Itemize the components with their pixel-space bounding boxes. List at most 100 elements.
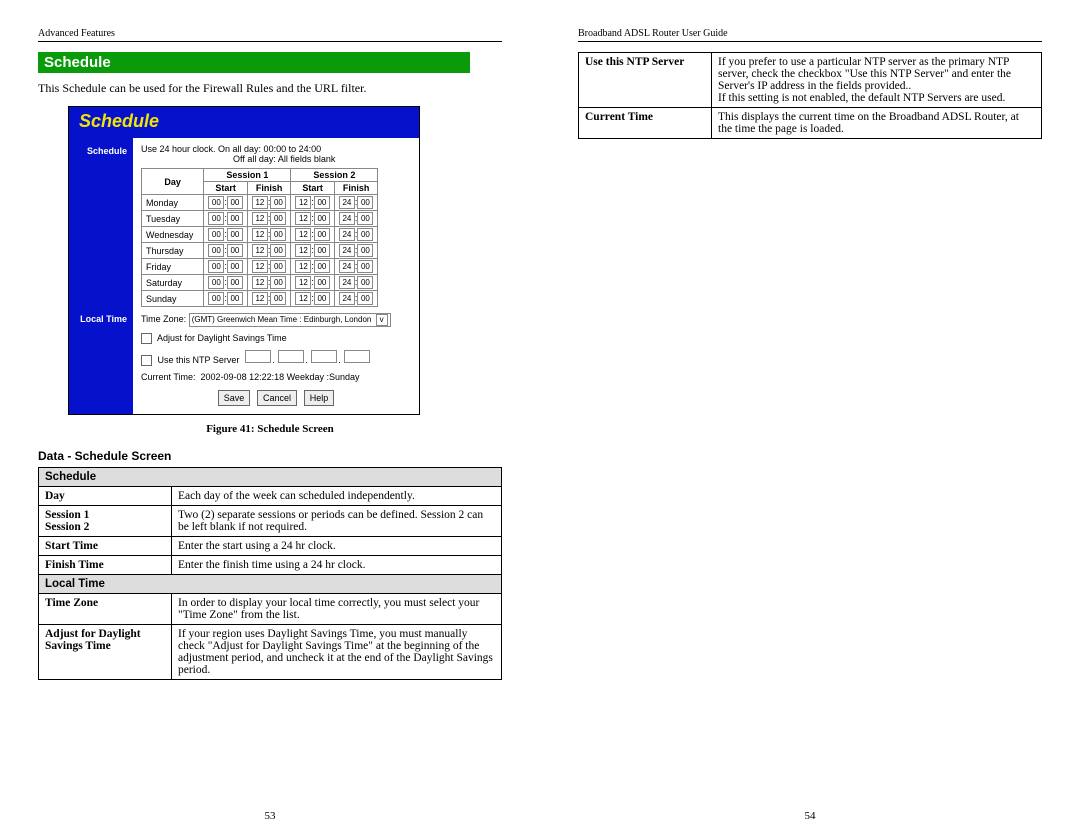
time-cell: 24:00 — [334, 291, 378, 307]
time-input[interactable]: 12 — [295, 292, 311, 305]
time-input[interactable]: 00 — [357, 212, 373, 225]
time-input[interactable]: 00 — [227, 196, 243, 209]
time-input[interactable]: 00 — [357, 244, 373, 257]
page-53: Advanced Features Schedule This Schedule… — [0, 0, 540, 834]
time-input[interactable]: 24 — [339, 212, 355, 225]
ntp-ip-field[interactable] — [245, 350, 271, 363]
section-intro: This Schedule can be used for the Firewa… — [38, 81, 502, 96]
time-input[interactable]: 00 — [208, 260, 224, 273]
time-cell: 12:00 — [291, 195, 335, 211]
time-input[interactable]: 00 — [270, 244, 286, 257]
time-cell: 12:00 — [247, 243, 291, 259]
table-row: Sunday00:0012:0012:0024:00 — [142, 291, 378, 307]
ntp-checkbox[interactable] — [141, 355, 152, 366]
time-input[interactable]: 00 — [270, 212, 286, 225]
time-input[interactable]: 00 — [270, 196, 286, 209]
time-input[interactable]: 12 — [252, 244, 268, 257]
row-session-key: Session 1 Session 2 — [39, 506, 172, 537]
adjust-dst-row: Adjust for Daylight Savings Time — [141, 333, 411, 344]
time-input[interactable]: 00 — [314, 276, 330, 289]
time-input[interactable]: 12 — [295, 276, 311, 289]
time-input[interactable]: 00 — [227, 212, 243, 225]
adjust-dst-checkbox[interactable] — [141, 333, 152, 344]
time-input[interactable]: 12 — [252, 228, 268, 241]
time-input[interactable]: 12 — [295, 244, 311, 257]
row-adj-val: If your region uses Daylight Savings Tim… — [172, 625, 502, 680]
time-cell: 12:00 — [247, 227, 291, 243]
time-input[interactable]: 24 — [339, 260, 355, 273]
time-input[interactable]: 00 — [270, 260, 286, 273]
day-cell: Wednesday — [142, 227, 204, 243]
time-input[interactable]: 12 — [252, 196, 268, 209]
time-input[interactable]: 00 — [314, 260, 330, 273]
time-input[interactable]: 12 — [252, 212, 268, 225]
ntp-ip-field[interactable] — [344, 350, 370, 363]
adjust-dst-label: Adjust for Daylight Savings Time — [157, 333, 287, 343]
table-row: Wednesday00:0012:0012:0024:00 — [142, 227, 378, 243]
row-day-val: Each day of the week can scheduled indep… — [172, 487, 502, 506]
timezone-label: Time Zone: — [141, 314, 186, 324]
time-input[interactable]: 00 — [270, 292, 286, 305]
button-row: Save Cancel Help — [141, 390, 411, 406]
timezone-select[interactable]: (GMT) Greenwich Mean Time : Edinburgh, L… — [189, 313, 391, 327]
table-row: Tuesday00:0012:0012:0024:00 — [142, 211, 378, 227]
time-input[interactable]: 00 — [357, 292, 373, 305]
time-input[interactable]: 00 — [227, 292, 243, 305]
time-input[interactable]: 00 — [208, 212, 224, 225]
time-input[interactable]: 00 — [227, 228, 243, 241]
screenshot-sidebar: Schedule Local Time — [69, 138, 133, 414]
time-input[interactable]: 00 — [314, 196, 330, 209]
time-input[interactable]: 00 — [208, 276, 224, 289]
time-input[interactable]: 00 — [357, 196, 373, 209]
time-input[interactable]: 00 — [227, 276, 243, 289]
time-input[interactable]: 24 — [339, 196, 355, 209]
table-row: Monday00:0012:0012:0024:00 — [142, 195, 378, 211]
ntp-ip-field[interactable] — [311, 350, 337, 363]
day-cell: Monday — [142, 195, 204, 211]
time-input[interactable]: 24 — [339, 228, 355, 241]
time-input[interactable]: 12 — [252, 292, 268, 305]
time-input[interactable]: 00 — [357, 276, 373, 289]
time-input[interactable]: 00 — [270, 228, 286, 241]
data-table-right: Use this NTP Server If you prefer to use… — [578, 52, 1042, 139]
time-input[interactable]: 12 — [295, 228, 311, 241]
page-54: Broadband ADSL Router User Guide Use thi… — [540, 0, 1080, 834]
cancel-button[interactable]: Cancel — [257, 390, 297, 406]
save-button[interactable]: Save — [218, 390, 251, 406]
time-input[interactable]: 00 — [314, 228, 330, 241]
table-row: Saturday00:0012:0012:0024:00 — [142, 275, 378, 291]
time-input[interactable]: 00 — [357, 228, 373, 241]
time-input[interactable]: 00 — [227, 260, 243, 273]
time-input[interactable]: 12 — [252, 260, 268, 273]
time-input[interactable]: 00 — [270, 276, 286, 289]
time-input[interactable]: 12 — [295, 212, 311, 225]
nav-schedule: Schedule — [69, 144, 133, 158]
time-input[interactable]: 12 — [295, 260, 311, 273]
current-time-label: Current Time: — [141, 372, 196, 382]
time-input[interactable]: 24 — [339, 276, 355, 289]
current-time-row: Current Time: 2002-09-08 12:22:18 Weekda… — [141, 372, 411, 382]
time-cell: 12:00 — [247, 291, 291, 307]
time-input[interactable]: 00 — [314, 292, 330, 305]
time-input[interactable]: 00 — [208, 196, 224, 209]
time-input[interactable]: 00 — [208, 292, 224, 305]
data-table-left: Schedule Day Each day of the week can sc… — [38, 467, 502, 680]
instr-line2: Off all day: All fields blank — [141, 154, 411, 164]
col-s2-start: Start — [291, 182, 335, 195]
time-input[interactable]: 00 — [227, 244, 243, 257]
group-schedule: Schedule — [39, 468, 502, 487]
time-input[interactable]: 00 — [314, 244, 330, 257]
row-finish-val: Enter the finish time using a 24 hr cloc… — [172, 556, 502, 575]
time-input[interactable]: 00 — [314, 212, 330, 225]
page-header-left: Advanced Features — [38, 28, 502, 42]
time-input[interactable]: 00 — [208, 244, 224, 257]
time-input[interactable]: 24 — [339, 244, 355, 257]
time-input[interactable]: 24 — [339, 292, 355, 305]
time-input[interactable]: 00 — [357, 260, 373, 273]
time-input[interactable]: 12 — [252, 276, 268, 289]
time-input[interactable]: 12 — [295, 196, 311, 209]
page-number: 54 — [540, 810, 1080, 822]
time-input[interactable]: 00 — [208, 228, 224, 241]
ntp-ip-field[interactable] — [278, 350, 304, 363]
help-button[interactable]: Help — [304, 390, 335, 406]
